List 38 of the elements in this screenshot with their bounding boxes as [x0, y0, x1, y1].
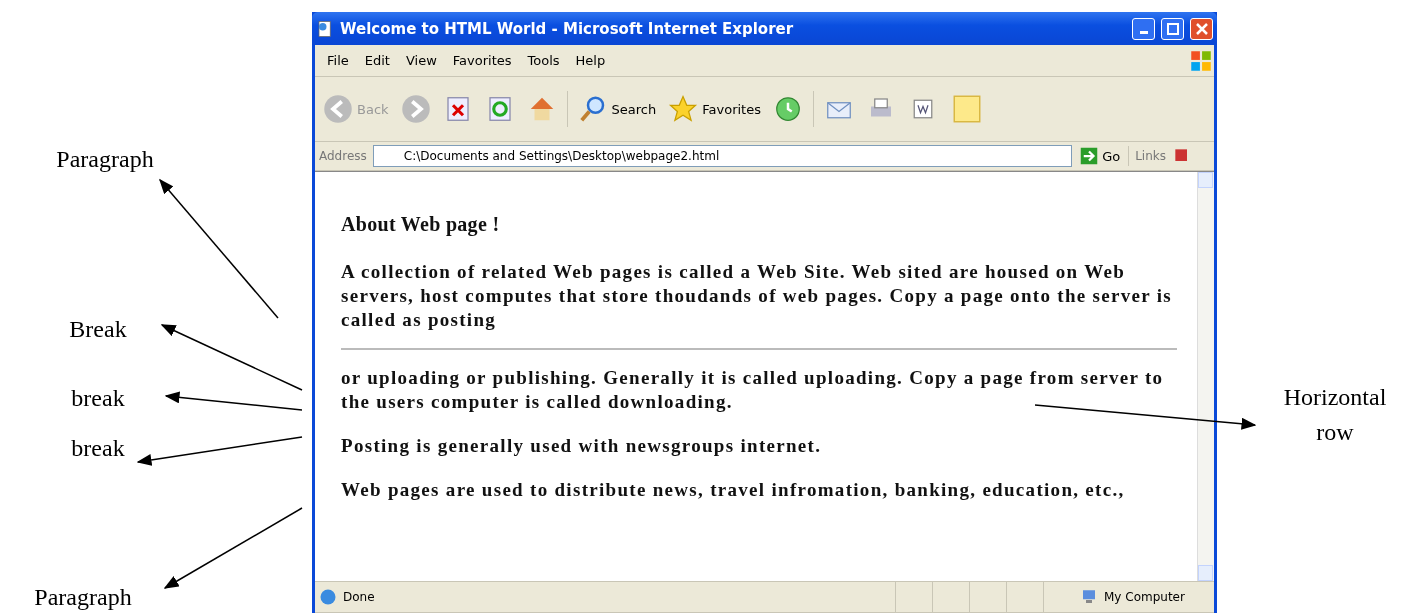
address-field[interactable]: C:\Documents and Settings\Desktop\webpage2.html — [372, 145, 1073, 167]
menu-item[interactable]: Favorites — [444, 53, 520, 68]
paragraph: Web pages are used to distribute news, travel infromation, banking, education, etc., — [341, 478, 1126, 502]
menu-item[interactable]: File — [319, 53, 357, 68]
zone-text: My Computer — [1104, 590, 1186, 604]
status-text: Done — [343, 590, 376, 604]
minimize-icon — [1139, 31, 1148, 34]
browser-logo-icon — [319, 588, 337, 606]
page-icon — [316, 19, 334, 38]
menu-item[interactable]: Edit — [356, 53, 398, 68]
favorites-button[interactable]: Favorites — [666, 92, 763, 126]
paragraph: Posting is generally used with newsgroups internet. — [341, 434, 823, 458]
window-title: Welcome to HTML World - Microsoft Internet Explorer — [340, 19, 795, 38]
paragraph: or uploading or publishing. Generally it is called uploading. Copy a page from server to the users computer is called downloading. — [341, 366, 1165, 414]
annotation-label: Paragraph — [55, 145, 155, 174]
go-button[interactable]: Go — [1078, 145, 1123, 167]
star-icon — [668, 94, 699, 124]
annotation-label: Break — [68, 315, 128, 344]
address-label: Address — [319, 149, 367, 163]
minimize-button[interactable] — [1132, 17, 1155, 40]
maximize-button[interactable] — [1161, 17, 1184, 40]
page-heading: About Web page ! — [341, 212, 501, 236]
close-button[interactable] — [1190, 17, 1213, 40]
annotation-label: break — [70, 384, 126, 413]
arrow-right-icon — [1080, 147, 1099, 165]
annotation-label: Paragraph — [33, 583, 133, 612]
computer-icon — [1080, 588, 1098, 606]
search-button[interactable]: Search — [575, 92, 659, 126]
paragraph: A collection of related Web pages is called a Web Site. Web sited are housed on Web servers, host computes that store thoudands of web pages. Copy a page onto the server is called as posting — [341, 260, 1173, 332]
maximize-icon — [1166, 22, 1179, 35]
menu-item[interactable]: View — [397, 53, 445, 68]
menu-item[interactable]: Help — [567, 53, 614, 68]
close-icon — [1195, 22, 1208, 35]
menu-item[interactable]: Tools — [519, 53, 568, 68]
scrollbar[interactable] — [1197, 172, 1214, 581]
links-label[interactable]: Links — [1135, 149, 1166, 163]
annotation-label: break — [70, 434, 126, 463]
annotation-label: Horizontal row — [1282, 383, 1388, 447]
